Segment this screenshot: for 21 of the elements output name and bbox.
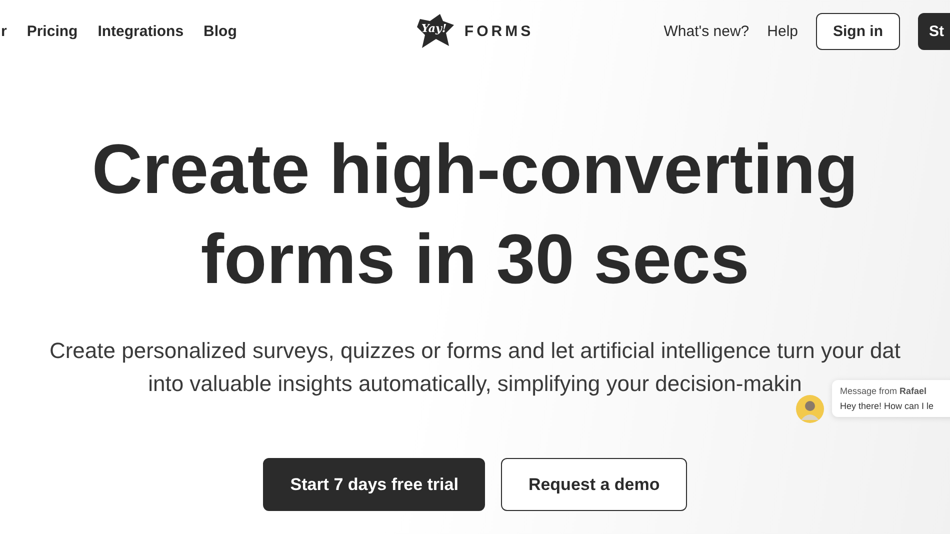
nav-link[interactable]: Blog — [204, 22, 237, 40]
nav-link[interactable]: r — [1, 22, 7, 40]
nav-link[interactable]: Integrations — [98, 22, 184, 40]
free-trial-button[interactable]: Start 7 days free trial — [263, 458, 486, 511]
chat-message-popup[interactable]: Message from Rafael Hey there! How can I le — [832, 380, 950, 417]
logo-wordmark[interactable]: FORMS — [464, 22, 534, 40]
nav-link[interactable]: Help — [767, 22, 798, 40]
headline-text: forms in 30 secs — [200, 219, 750, 300]
nav-link[interactable]: What's new? — [664, 22, 750, 40]
logo-mark-text: Yay! — [421, 22, 447, 35]
sign-in-button[interactable]: Sign in — [816, 12, 900, 50]
nav-link[interactable]: Pricing — [26, 22, 78, 40]
subtitle-text: Create personalized surveys, quizzes or forms and let artificial intelligence turn your dat — [49, 337, 901, 365]
subtitle-text: into valuable insights automatically, simplifying your decision-makin — [148, 370, 802, 398]
avatar — [796, 395, 824, 423]
demo-button[interactable]: Request a demo — [501, 458, 687, 511]
headline-text: Create high-converting — [92, 129, 858, 210]
logo-star-icon — [416, 13, 456, 49]
chat-message-text: Hey there! How can I le — [840, 401, 935, 411]
start-button[interactable]: St — [918, 12, 950, 50]
chat-sender-text: Message from Rafael — [840, 386, 928, 396]
